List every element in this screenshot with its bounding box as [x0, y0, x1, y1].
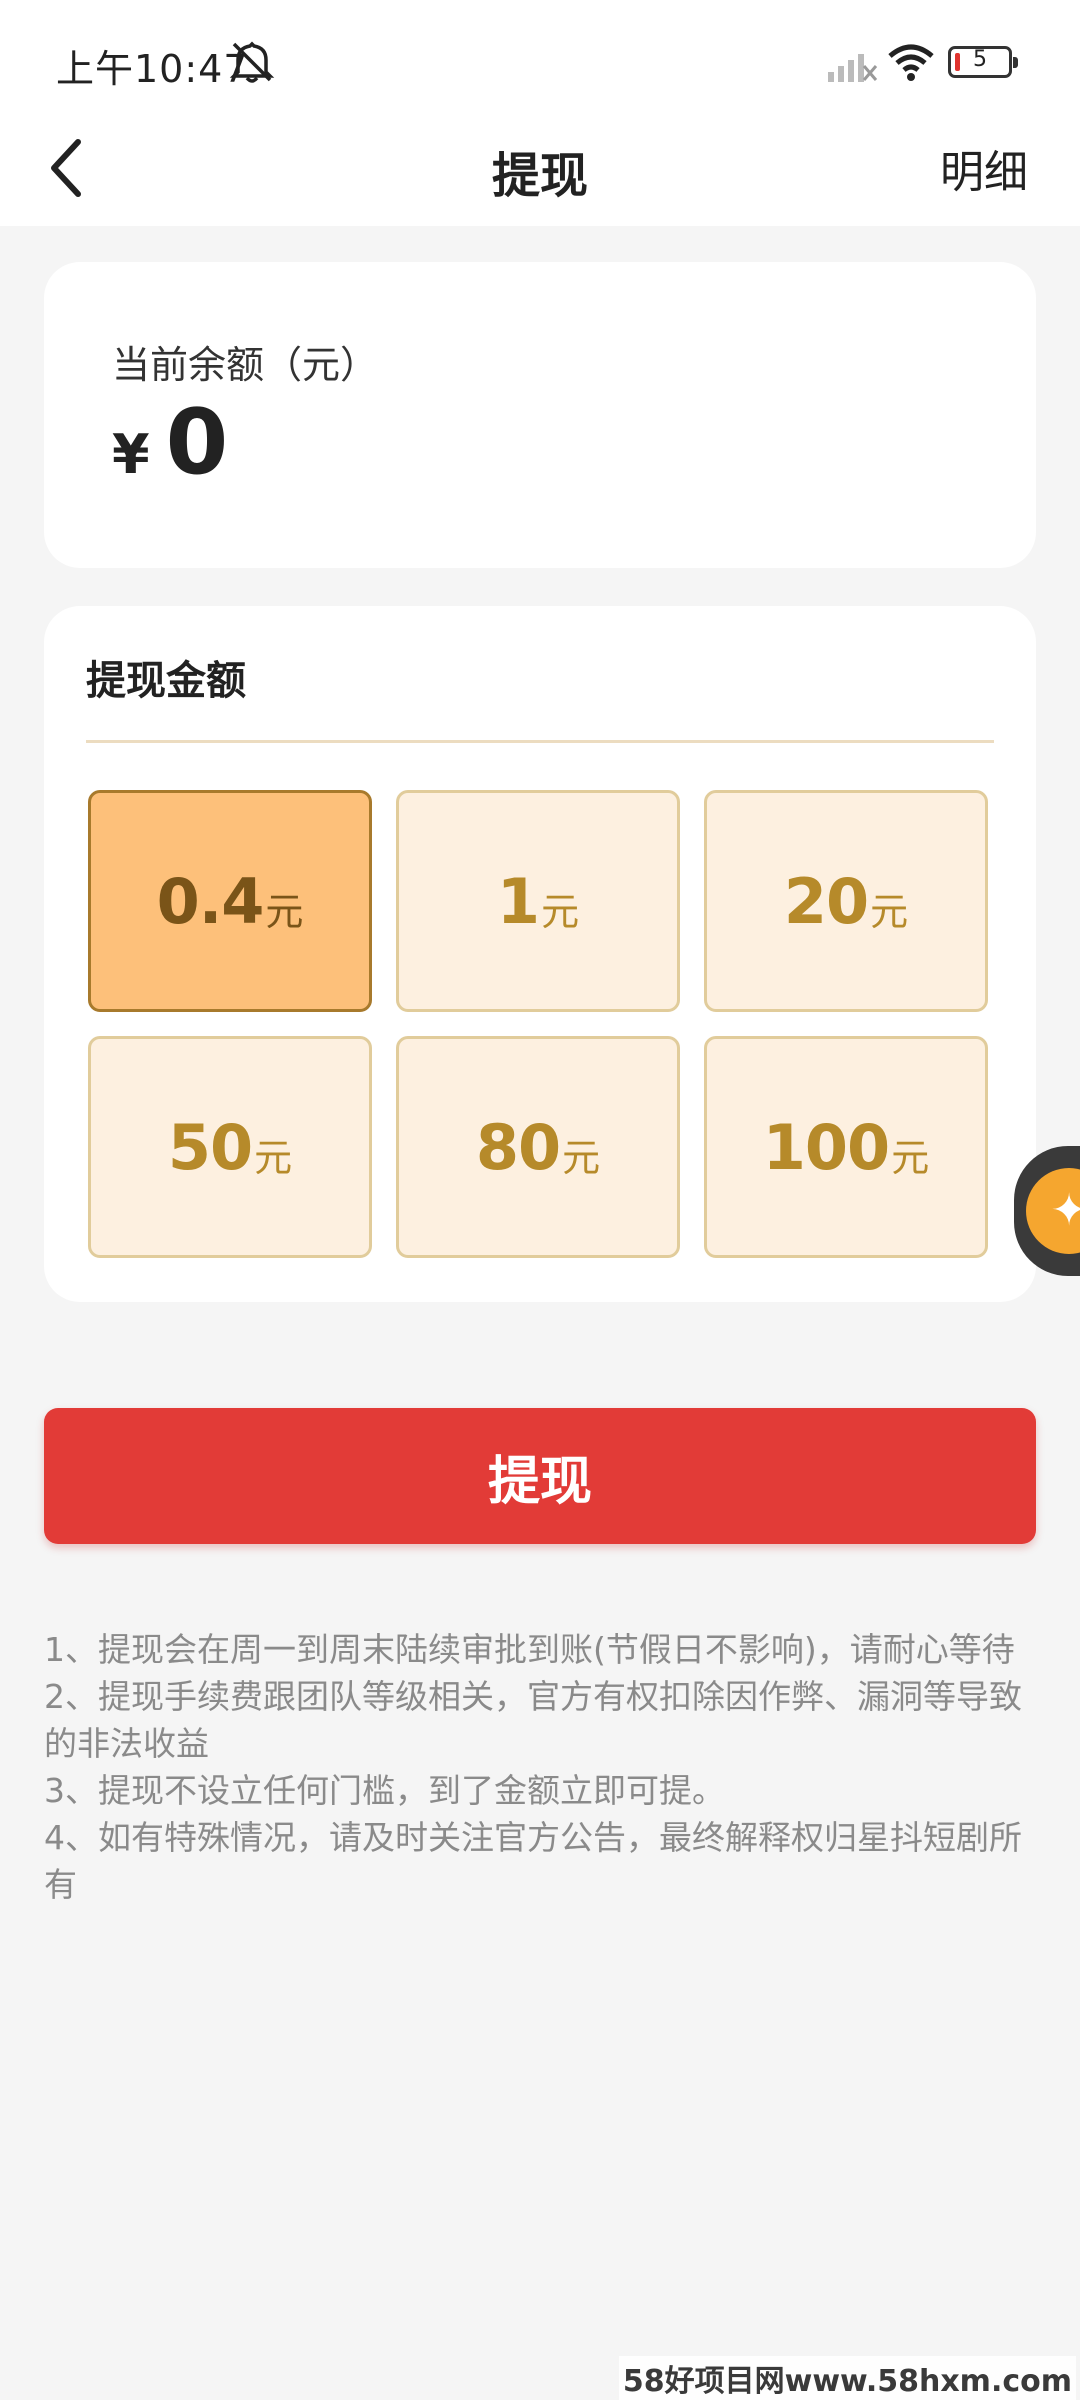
- mute-icon: [229, 41, 275, 83]
- amount-option-1[interactable]: 1元: [396, 790, 680, 1012]
- nav-bar: 提现 明细: [0, 120, 1080, 226]
- status-time: 上午10:47: [56, 47, 249, 91]
- amount-unit: 元: [265, 889, 304, 934]
- amount-option-80[interactable]: 80 元: [396, 1036, 680, 1258]
- currency-symbol: ¥: [112, 423, 150, 486]
- divider: [86, 740, 994, 743]
- coin-icon: ✦: [1026, 1168, 1080, 1254]
- amount-unit: 元: [254, 1135, 293, 1180]
- note-line: 4、如有特殊情况，请及时关注官方公告，最终解释权归星抖短剧所有: [44, 1818, 1022, 1904]
- amount-option-0.4[interactable]: 0.4 元: [88, 790, 372, 1012]
- withdraw-notes: 1、提现会在周一到周末陆续审批到账(节假日不影响)，请耐心等待 2、提现手续费跟…: [44, 1626, 1040, 1908]
- amount-unit: 元: [541, 889, 580, 934]
- amount-unit: 元: [891, 1135, 930, 1180]
- amount-value: 20: [783, 864, 869, 938]
- balance-amount: 0: [165, 390, 229, 495]
- amount-value: 0.4: [156, 864, 265, 938]
- amount-value: 100: [762, 1110, 890, 1184]
- watermark: 58好项目网www.58hxm.com: [618, 2356, 1076, 2400]
- wifi-icon: [888, 44, 934, 81]
- amount-value: 80: [475, 1110, 561, 1184]
- withdraw-amount-card: 提现金额 0.4 元 1元 20 元 50 元 80 元 100 元: [44, 606, 1036, 1302]
- battery-level: 5: [973, 47, 987, 72]
- amount-option-50[interactable]: 50 元: [88, 1036, 372, 1258]
- battery-icon: 5: [948, 46, 1018, 78]
- amount-option-20[interactable]: 20 元: [704, 790, 988, 1012]
- note-line: 3、提现不设立任何门槛，到了金额立即可提。: [44, 1771, 725, 1810]
- amount-unit: 元: [562, 1135, 601, 1180]
- amount-unit: 元: [870, 889, 909, 934]
- withdraw-amount-title: 提现金额: [86, 658, 246, 704]
- balance-card: 当前余额（元） ¥ 0: [44, 262, 1036, 568]
- signal-icon: [828, 54, 878, 82]
- balance-label: 当前余额（元）: [112, 343, 379, 387]
- balance-value: ¥ 0: [112, 398, 228, 488]
- page-title: 提现: [491, 148, 588, 204]
- withdraw-submit-button[interactable]: 提现: [44, 1408, 1036, 1544]
- detail-button[interactable]: 明细: [940, 136, 1028, 200]
- amount-options-grid: 0.4 元 1元 20 元 50 元 80 元 100 元: [88, 790, 994, 1258]
- amount-option-100[interactable]: 100 元: [704, 1036, 988, 1258]
- note-line: 2、提现手续费跟团队等级相关，官方有权扣除因作弊、漏洞等导致的非法收益: [44, 1677, 1022, 1763]
- amount-value: 50: [167, 1110, 253, 1184]
- note-line: 1、提现会在周一到周末陆续审批到账(节假日不影响)，请耐心等待: [44, 1630, 1015, 1669]
- status-bar: 上午10:47 5: [0, 0, 1080, 120]
- amount-value: 1: [496, 864, 540, 938]
